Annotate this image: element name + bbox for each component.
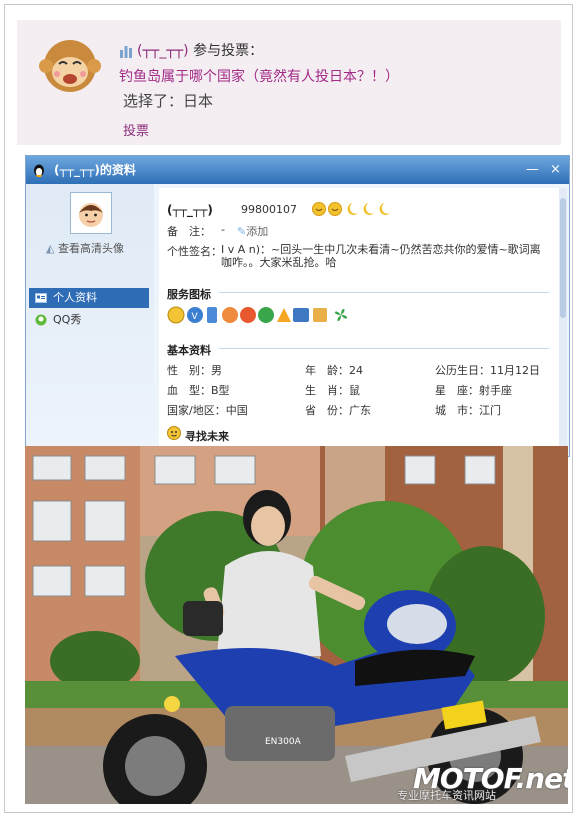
country-label: 国家/地区： <box>167 404 226 417</box>
profile-nickname: (┬┬_┬┬) <box>167 203 213 217</box>
add-note-icon: ✎ <box>237 225 247 238</box>
hd-avatar-icon: ◭ <box>46 242 55 255</box>
add-note-label: 添加 <box>246 225 269 238</box>
province-value: 广东 <box>349 404 371 417</box>
find-future-heading: 寻找未来 <box>185 430 229 443</box>
minimize-button[interactable]: — <box>526 156 539 184</box>
scrollbar-thumb[interactable] <box>560 198 566 318</box>
gender-value: 男 <box>211 364 222 377</box>
city-value: 江门 <box>479 404 501 417</box>
blood-type-label: 血 型： <box>167 384 211 397</box>
note-value: - <box>221 223 225 236</box>
profile-sidebar: ◭ 查看高清头像 个人资料 QQ秀 <box>26 184 154 456</box>
birthday-value: 11月12日 <box>490 364 540 377</box>
bike-model-label: EN300A <box>265 737 302 747</box>
gender-row: 性 别：男 <box>167 362 222 378</box>
zodiac-value: 鼠 <box>349 384 360 397</box>
signature-value: I v A n)：~回头一生中几次未看清~仍然苦恋共你的爱情~歌词离咖咋。。大家… <box>221 243 541 269</box>
sidebar-item-qq-show[interactable]: QQ秀 <box>29 310 149 330</box>
qq-show-icon <box>35 314 47 326</box>
profile-qq-number: 99800107 <box>241 203 297 216</box>
services-heading: 服务图标 <box>167 288 211 301</box>
zodiac-row: 生 肖：鼠 <box>305 382 360 398</box>
window-title: (┬┬_┬┬)的资料 <box>54 163 136 177</box>
province-label: 省 份： <box>305 404 349 417</box>
country-row: 国家/地区：中国 <box>167 402 248 418</box>
monkey-avatar[interactable] <box>39 34 101 96</box>
province-row: 省 份：广东 <box>305 402 371 418</box>
birthday-label: 公历生日： <box>435 364 490 377</box>
blood-type-value: B型 <box>211 384 230 397</box>
view-hd-avatar-label: 查看高清头像 <box>57 242 124 255</box>
sidebar-item-profile-label: 个人资料 <box>53 291 97 304</box>
profile-detail-panel: (┬┬_┬┬) 99800107 备 注： - ✎添加 个性签名： I v A … <box>159 188 559 450</box>
country-value: 中国 <box>225 404 248 417</box>
svg-text:V: V <box>192 312 199 322</box>
view-hd-avatar-link[interactable]: ◭ 查看高清头像 <box>46 240 124 256</box>
zodiac-label: 生 肖： <box>305 384 349 397</box>
vote-choice-text: 选择了：日本 <box>123 92 214 110</box>
vote-action-text: 参与投票： <box>193 43 264 59</box>
service-icons-row[interactable]: V <box>167 306 357 324</box>
photo-scene: EN300A <box>25 446 568 804</box>
city-label: 城 市： <box>435 404 479 417</box>
qq-penguin-icon <box>34 164 44 177</box>
gender-label: 性 别： <box>167 364 211 377</box>
vote-topic-link[interactable]: 钓鱼岛属于哪个国家（竟然有人投日本？！） <box>119 69 399 85</box>
smiley-icon <box>167 426 181 440</box>
qq-profile-window: (┬┬_┬┬)的资料 — × ◭ 查看高清头像 个人资料 QQ秀 (┬┬_┬┬)… <box>25 155 570 457</box>
profile-card-icon <box>35 293 47 303</box>
birthday-row: 公历生日：11月12日 <box>435 362 540 378</box>
signature-label: 个性签名： <box>167 245 222 258</box>
boy-avatar[interactable] <box>70 192 112 234</box>
add-note-link[interactable]: ✎添加 <box>237 223 268 239</box>
basic-info-divider <box>219 348 549 349</box>
vote-feed-card: (┬┬_┬┬) 参与投票： 钓鱼岛属于哪个国家（竟然有人投日本？！） 选择了：日本… <box>17 20 561 145</box>
sidebar-item-profile[interactable]: 个人资料 <box>29 288 149 308</box>
window-titlebar: (┬┬_┬┬)的资料 — × <box>26 156 569 184</box>
qq-level-icons <box>312 202 390 216</box>
vote-link[interactable]: 投票 <box>123 120 149 139</box>
voter-nickname-link[interactable]: (┬┬_┬┬) <box>137 43 189 59</box>
blood-type-row: 血 型：B型 <box>167 382 230 398</box>
poll-bars-icon <box>120 46 132 58</box>
age-label: 年 龄： <box>305 364 349 377</box>
services-divider <box>219 292 549 293</box>
constellation-row: 星 座：射手座 <box>435 382 512 398</box>
note-label: 备 注： <box>167 225 211 238</box>
close-button[interactable]: × <box>550 156 561 184</box>
panel-scrollbar[interactable] <box>559 188 567 450</box>
age-row: 年 龄：24 <box>305 362 363 378</box>
city-row: 城 市：江门 <box>435 402 501 418</box>
constellation-value: 射手座 <box>479 384 512 397</box>
vote-activity-text: (┬┬_┬┬) 参与投票： 钓鱼岛属于哪个国家（竟然有人投日本？！） <box>119 38 539 90</box>
sidebar-item-qq-show-label: QQ秀 <box>53 313 82 326</box>
constellation-label: 星 座： <box>435 384 479 397</box>
age-value: 24 <box>349 364 363 377</box>
basic-info-heading: 基本资料 <box>167 344 211 357</box>
watermark-tagline: 专业摩托车资讯网站 <box>397 789 496 802</box>
motorcycle-photo: EN300A MOTOF.net 专业摩托车资讯网站 <box>25 446 568 804</box>
